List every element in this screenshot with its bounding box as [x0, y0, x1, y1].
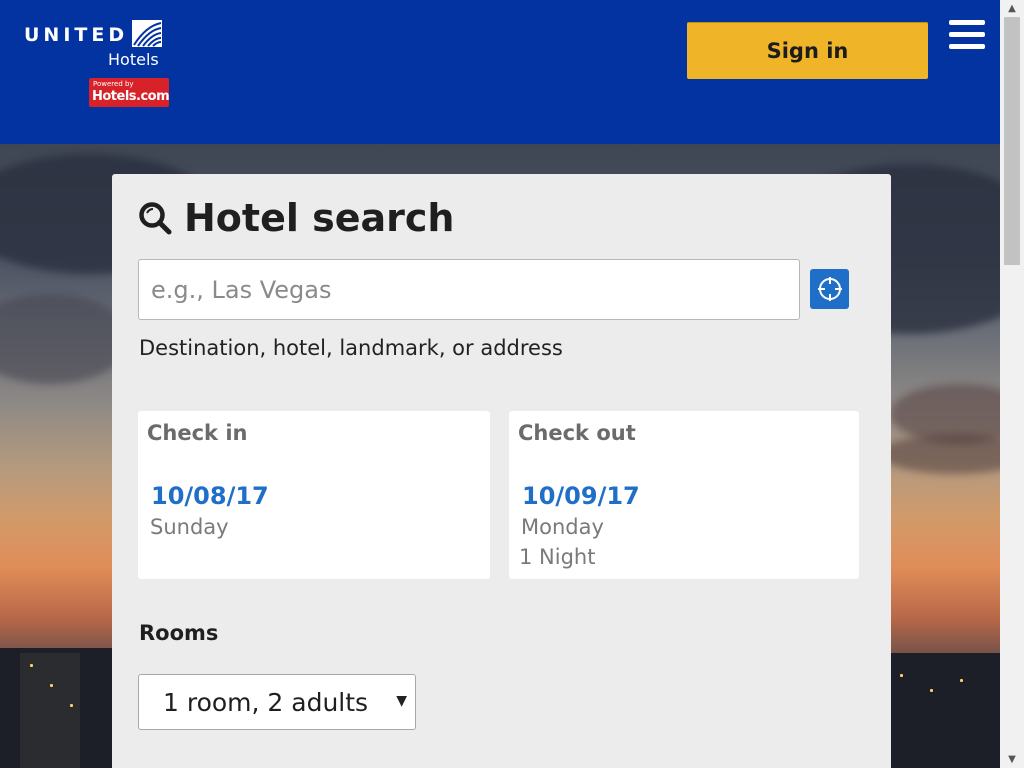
sign-in-button[interactable]: Sign in — [687, 22, 928, 79]
hotel-search-card: Hotel search Destination, hotel, landmar… — [112, 174, 891, 768]
scroll-up-arrow-icon[interactable]: ▲ — [1000, 0, 1024, 17]
globe-icon — [132, 20, 162, 47]
locate-button[interactable] — [810, 269, 849, 309]
rooms-selected-value: 1 room, 2 adults — [163, 687, 369, 717]
nights-count: 1 Night — [519, 545, 596, 569]
check-out-label: Check out — [518, 421, 636, 445]
badge-main-text: Hotels.com — [92, 89, 170, 104]
site-header: UNITED Hotels Powered by Hotels.com Sign… — [0, 0, 1000, 144]
scrollbar-thumb[interactable] — [1004, 17, 1020, 265]
hamburger-menu-icon[interactable] — [949, 20, 985, 57]
brand-logo[interactable]: UNITED Hotels Powered by Hotels.com — [22, 20, 182, 115]
search-icon — [139, 202, 172, 235]
destination-input[interactable] — [138, 259, 800, 320]
check-in-day: Sunday — [150, 515, 229, 539]
scroll-down-arrow-icon[interactable]: ▼ — [1000, 751, 1024, 768]
brand-wordmark: UNITED — [24, 24, 129, 46]
check-out-field[interactable]: Check out 10/09/17 Monday 1 Night — [509, 411, 859, 579]
check-out-date: 10/09/17 — [522, 482, 640, 510]
check-in-field[interactable]: Check in 10/08/17 Sunday — [138, 411, 490, 579]
page: UNITED Hotels Powered by Hotels.com Sign… — [0, 0, 1000, 768]
search-title: Hotel search — [138, 196, 454, 240]
destination-hint: Destination, hotel, landmark, or address — [139, 336, 563, 360]
rooms-select[interactable]: 1 room, 2 adults ▼ — [138, 674, 416, 730]
powered-by-badge: Powered by Hotels.com — [89, 78, 170, 107]
check-out-day: Monday — [521, 515, 604, 539]
check-in-date: 10/08/17 — [151, 482, 269, 510]
crosshair-locate-icon — [817, 277, 842, 301]
brand-subtitle: Hotels — [108, 50, 159, 69]
caret-down-icon: ▼ — [396, 693, 407, 709]
check-in-label: Check in — [147, 421, 248, 445]
badge-small-text: Powered by — [93, 80, 134, 88]
rooms-label: Rooms — [139, 621, 219, 645]
page-title: Hotel search — [184, 196, 455, 240]
page-scrollbar[interactable]: ▲ ▼ — [1000, 0, 1024, 768]
